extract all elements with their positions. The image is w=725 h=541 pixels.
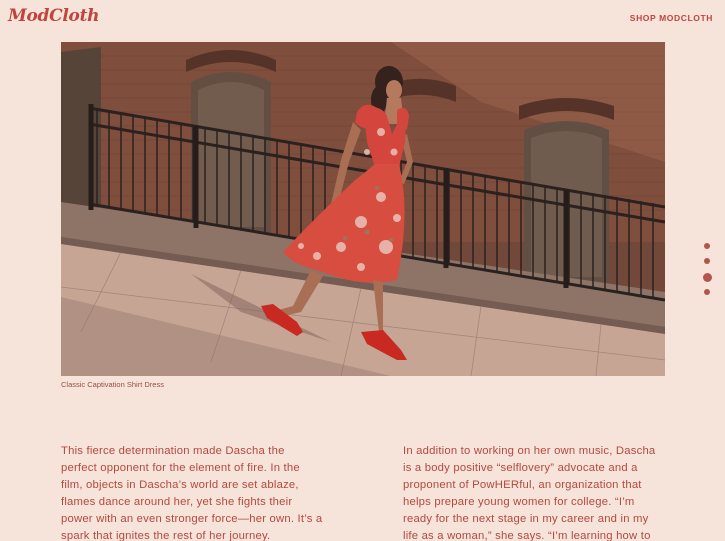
carousel-pagination [702, 243, 712, 304]
carousel-dot-4[interactable] [704, 289, 710, 295]
carousel-dot-1[interactable] [704, 243, 710, 249]
shop-modcloth-link[interactable]: SHOP MODCLOTH [630, 13, 713, 23]
carousel-dot-3-active[interactable] [702, 273, 712, 282]
article-paragraph-right: In addition to working on her own music,… [403, 445, 656, 541]
article-paragraph-left: This fierce determination made Dascha th… [61, 445, 323, 541]
carousel-dot-2[interactable] [704, 258, 710, 264]
modcloth-logo[interactable]: ModCloth [8, 6, 99, 26]
photo-caption: Classic Captivation Shirt Dress [61, 380, 164, 389]
hero-photo [61, 42, 665, 376]
